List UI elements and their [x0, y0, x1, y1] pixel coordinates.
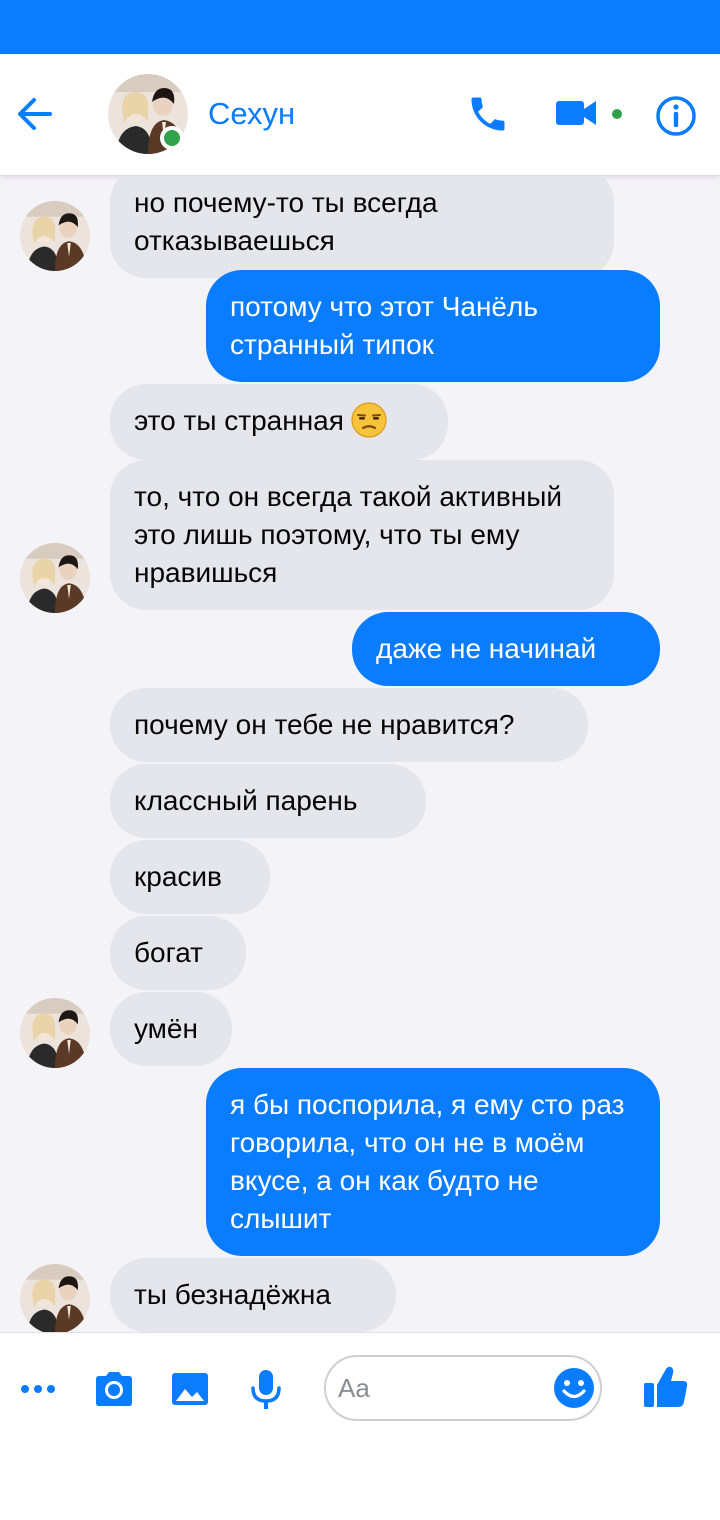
- smiley-icon: [554, 1368, 594, 1408]
- message-bubble-outgoing[interactable]: даже не начинай: [352, 612, 660, 686]
- message-text: но почему-то ты всегда отказываешься: [134, 187, 438, 256]
- sender-avatar[interactable]: [20, 201, 90, 271]
- message-list[interactable]: но почему-то ты всегда отказываешься пот…: [0, 176, 720, 1332]
- status-bar: [0, 0, 720, 54]
- message-text: ты безнадёжна: [134, 1279, 331, 1310]
- video-online-dot: [612, 109, 622, 119]
- avatar-image: [20, 201, 90, 271]
- contact-name[interactable]: Сехун: [208, 96, 295, 132]
- avatar-image: [20, 543, 90, 613]
- chat-header: Сехун: [0, 54, 720, 176]
- online-status-dot: [160, 126, 184, 150]
- message-text: почему он тебе не нравится?: [134, 709, 515, 740]
- thumbs-up-icon: [644, 1366, 688, 1407]
- sender-avatar[interactable]: [20, 998, 90, 1068]
- message-input-box[interactable]: [324, 1355, 602, 1421]
- message-bubble-outgoing[interactable]: я бы поспорила, я ему сто раз говорила, …: [206, 1068, 660, 1256]
- microphone-icon: [251, 1370, 281, 1409]
- message-text: богат: [134, 937, 203, 968]
- message-bubble-outgoing[interactable]: потому что этот Чанёль странный типок: [206, 270, 660, 382]
- message-text: я бы поспорила, я ему сто раз говорила, …: [230, 1089, 625, 1234]
- more-actions-button[interactable]: [18, 1367, 58, 1411]
- more-dots-icon: [21, 1385, 55, 1393]
- message-bubble-incoming[interactable]: умён: [110, 992, 232, 1066]
- info-button[interactable]: [654, 94, 698, 138]
- message-input[interactable]: [338, 1369, 538, 1407]
- emoji-button[interactable]: [552, 1366, 596, 1410]
- message-text: то, что он всегда такой активный это лиш…: [134, 481, 563, 588]
- camera-icon: [96, 1372, 132, 1406]
- video-camera-icon: [556, 101, 596, 125]
- message-text: потому что этот Чанёль странный типок: [230, 291, 538, 360]
- gallery-button[interactable]: [170, 1367, 210, 1411]
- image-icon: [172, 1373, 208, 1405]
- voice-call-button[interactable]: [466, 92, 510, 136]
- message-text: классный парень: [134, 785, 358, 816]
- contact-avatar[interactable]: [108, 74, 188, 154]
- video-call-button[interactable]: [554, 96, 598, 130]
- sender-avatar[interactable]: [20, 1264, 90, 1332]
- message-bubble-incoming[interactable]: почему он тебе не нравится?: [110, 688, 588, 762]
- message-bubble-incoming[interactable]: богат: [110, 916, 246, 990]
- message-text: умён: [134, 1013, 198, 1044]
- camera-button[interactable]: [92, 1367, 136, 1411]
- message-bubble-incoming[interactable]: ты безнадёжна: [110, 1258, 396, 1332]
- message-text: даже не начинай: [376, 633, 597, 664]
- message-composer: [0, 1332, 720, 1520]
- avatar-image: [20, 998, 90, 1068]
- message-text: это ты странная: [134, 405, 344, 436]
- message-bubble-incoming[interactable]: классный парень: [110, 764, 426, 838]
- avatar-image: [20, 1264, 90, 1332]
- message-bubble-incoming[interactable]: это ты странная: [110, 384, 448, 460]
- sender-avatar[interactable]: [20, 543, 90, 613]
- voice-message-button[interactable]: [248, 1367, 284, 1411]
- like-button[interactable]: [642, 1363, 690, 1411]
- message-bubble-incoming[interactable]: красив: [110, 840, 270, 914]
- unamused-face-icon: [351, 402, 387, 438]
- info-icon: [656, 96, 696, 136]
- back-button[interactable]: [14, 92, 58, 136]
- message-bubble-incoming[interactable]: но почему-то ты всегда отказываешься: [110, 176, 614, 278]
- message-text: красив: [134, 861, 222, 892]
- arrow-left-icon: [18, 98, 52, 130]
- phone-icon: [471, 97, 505, 131]
- message-bubble-incoming[interactable]: то, что он всегда такой активный это лиш…: [110, 460, 614, 610]
